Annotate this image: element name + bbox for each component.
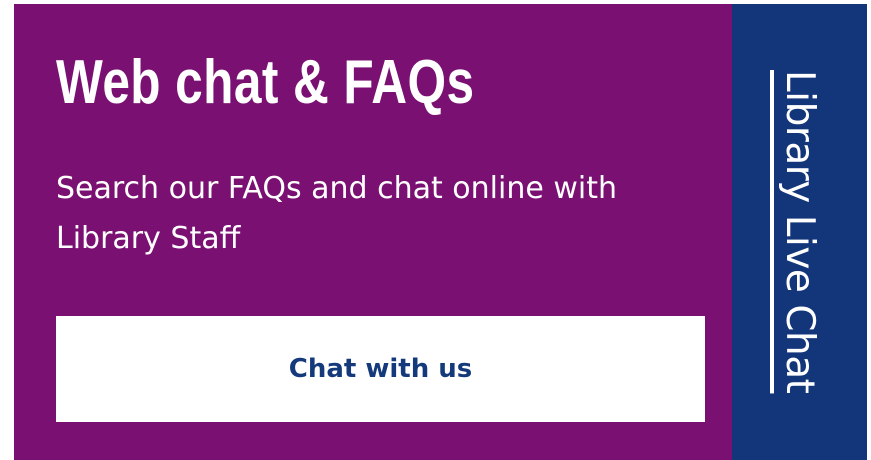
web-chat-panel: Web chat & FAQs Search our FAQs and chat… <box>14 4 732 460</box>
chat-with-us-button[interactable]: Chat with us <box>56 316 705 422</box>
chat-widget-page: Web chat & FAQs Search our FAQs and chat… <box>0 0 871 460</box>
widget-title: Web chat & FAQs <box>56 48 475 117</box>
library-live-chat-tab[interactable]: Library Live Chat <box>732 4 867 460</box>
widget-description: Search our FAQs and chat online with Lib… <box>56 171 617 256</box>
library-live-chat-label: Library Live Chat <box>777 70 822 394</box>
